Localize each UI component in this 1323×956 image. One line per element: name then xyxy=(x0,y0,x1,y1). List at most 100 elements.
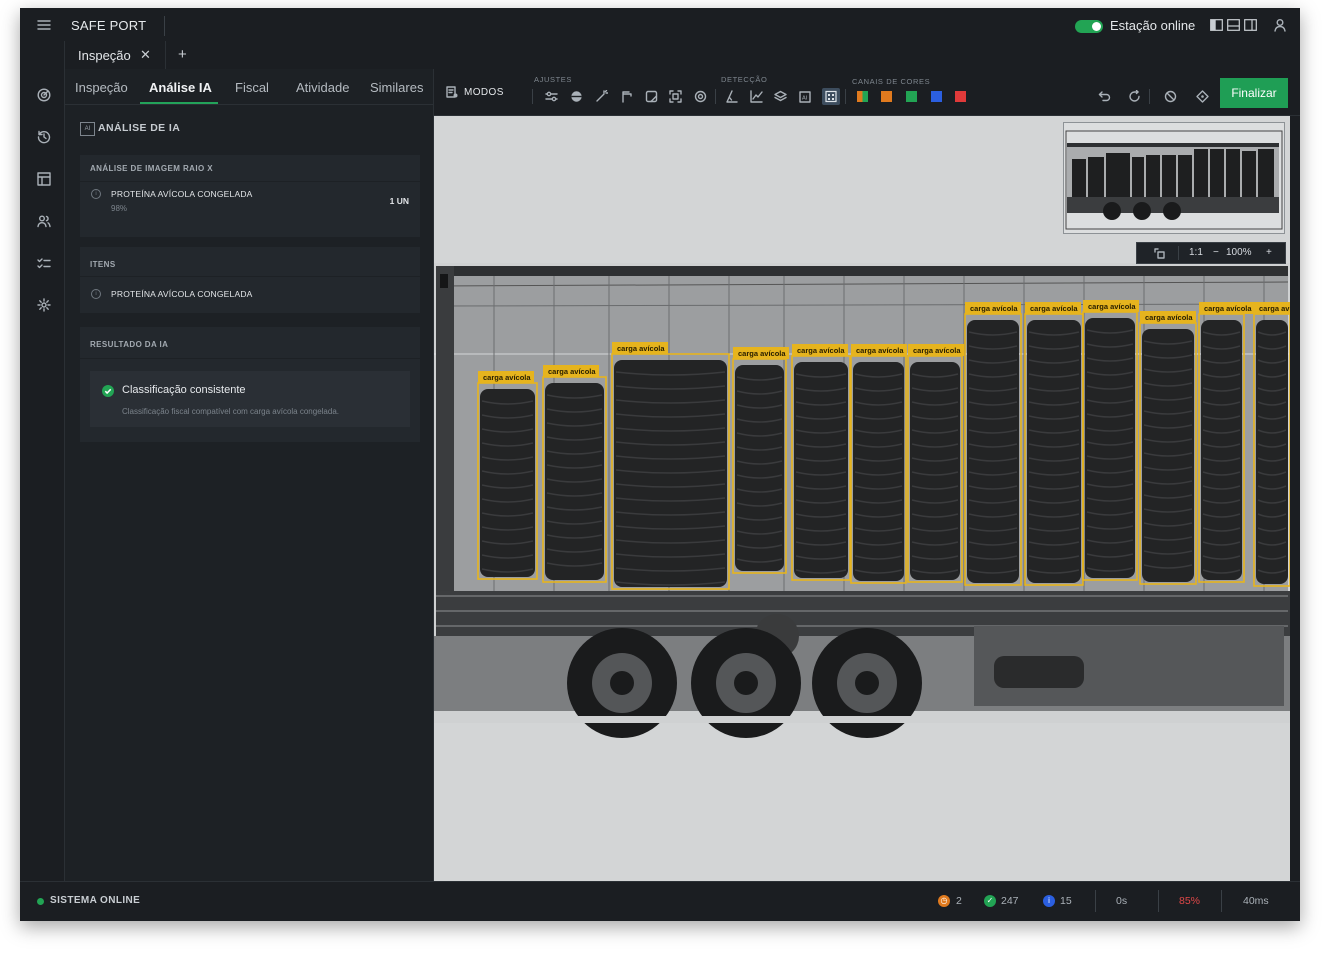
detection-label: carga avícola xyxy=(856,346,904,355)
block-icon[interactable] xyxy=(1164,90,1177,103)
chart-line-icon[interactable] xyxy=(750,90,763,103)
ai-detect-icon[interactable]: AI xyxy=(799,90,812,103)
image-toolbar: MODOS AJUSTES DETECÇÃO CANAIS DE CORES A… xyxy=(434,69,1300,116)
ai-overlay-icon[interactable] xyxy=(822,88,840,105)
cargo-stack xyxy=(735,365,784,571)
divider xyxy=(80,358,420,359)
layout-bottom-icon[interactable] xyxy=(1227,19,1240,31)
detection-label: carga avícola xyxy=(1259,304,1290,313)
detection-label: carga avícola xyxy=(617,344,665,353)
contrast-icon[interactable] xyxy=(570,90,583,103)
station-toggle[interactable] xyxy=(1075,20,1103,33)
item-name: PROTEÍNA AVÍCOLA CONGELADA xyxy=(111,189,253,199)
layout-left-icon[interactable] xyxy=(1210,19,1223,31)
result-title: Classificação consistente xyxy=(122,384,246,396)
analysis-panel: Inspeção Análise IA Fiscal Atividade Sim… xyxy=(65,69,434,881)
divider xyxy=(80,181,420,182)
divider xyxy=(1149,89,1150,104)
channel-blue-swatch[interactable] xyxy=(931,91,942,102)
clock-icon: ◷ xyxy=(938,895,950,907)
detection-label: carga avícola xyxy=(548,367,596,376)
users-icon[interactable] xyxy=(37,214,51,228)
confidence: 98% xyxy=(111,204,128,213)
rotate-icon[interactable] xyxy=(1128,90,1141,103)
result-description: Classificação fiscal compatível com carg… xyxy=(122,407,339,416)
zoom-actual-size[interactable]: 1:1 xyxy=(1189,247,1203,258)
cpu-usage: 85% xyxy=(1179,895,1201,907)
card-header: ITENS xyxy=(90,260,116,269)
frame-icon[interactable] xyxy=(645,90,658,103)
cargo-stack xyxy=(480,389,535,577)
zoom-in-button[interactable]: + xyxy=(1266,247,1272,258)
group-label-ajustes: AJUSTES xyxy=(534,75,572,84)
divider xyxy=(1095,890,1096,912)
tab-similares[interactable]: Similares xyxy=(370,80,423,95)
minimap[interactable] xyxy=(1063,122,1285,234)
add-tab-button[interactable]: + xyxy=(178,46,187,63)
approved-count: 247 xyxy=(1001,895,1019,907)
crop-icon[interactable] xyxy=(620,90,633,103)
cargo-stack xyxy=(910,362,960,580)
ai-badge-icon: AI xyxy=(80,122,95,136)
xray-viewer[interactable]: carga avícola carga avícola carga avícola c… xyxy=(434,116,1290,881)
top-bar: SAFE PORT Estação online xyxy=(20,8,1300,42)
detection-label: carga avícola xyxy=(970,304,1018,313)
section-title: ANÁLISE DE IA xyxy=(98,122,181,134)
channel-red-swatch[interactable] xyxy=(955,91,966,102)
radar-icon[interactable] xyxy=(37,88,51,102)
channel-orange-swatch[interactable] xyxy=(881,91,892,102)
gear-icon[interactable] xyxy=(37,298,51,312)
svg-text:AI: AI xyxy=(802,96,808,102)
modes-icon xyxy=(446,86,458,98)
group-label-canais: CANAIS DE CORES xyxy=(852,77,931,86)
zoom-controls: 1:1 − 100% + xyxy=(1136,242,1286,264)
checklist-icon[interactable] xyxy=(37,256,51,270)
sliders-icon[interactable] xyxy=(545,90,558,103)
divider xyxy=(532,89,533,104)
menu-icon[interactable] xyxy=(36,18,52,32)
status-bar: SISTEMA ONLINE ◷ 2 ✓ 247 i 15 0s 85% 40m… xyxy=(20,881,1300,921)
document-tab-bar: Inspeção ✕ + xyxy=(20,41,1300,70)
xray-analysis-card: ANÁLISE DE IMAGEM RAIO X i PROTEÍNA AVÍC… xyxy=(80,155,420,237)
result-box: Classificação consistente Classificação … xyxy=(90,371,410,427)
close-icon[interactable]: ✕ xyxy=(140,47,151,63)
detection-label: carga avícola xyxy=(1204,304,1252,313)
zoom-level: 100% xyxy=(1226,247,1252,258)
panel-tabs: Inspeção Análise IA Fiscal Atividade Sim… xyxy=(65,69,433,105)
modes-button[interactable]: MODOS xyxy=(464,87,504,98)
check-circle-icon: ✓ xyxy=(984,895,996,907)
zoom-out-button[interactable]: − xyxy=(1213,247,1219,258)
history-icon[interactable] xyxy=(37,130,51,144)
tab-inspecao[interactable]: Inspeção ✕ xyxy=(64,41,166,69)
info-icon: i xyxy=(91,189,101,199)
measure-icon[interactable] xyxy=(725,90,738,103)
nav-rail xyxy=(20,69,65,881)
tab-fiscal[interactable]: Fiscal xyxy=(235,80,269,95)
fit-screen-icon[interactable] xyxy=(669,90,682,103)
channel-green-swatch[interactable] xyxy=(906,91,917,102)
undo-icon[interactable] xyxy=(1098,90,1111,103)
item-name: PROTEÍNA AVÍCOLA CONGELADA xyxy=(111,289,253,299)
tab-atividade[interactable]: Atividade xyxy=(296,80,349,95)
card-header: ANÁLISE DE IMAGEM RAIO X xyxy=(90,164,213,173)
pending-count: 2 xyxy=(956,895,962,907)
quantity: 1 UN xyxy=(389,196,409,206)
active-tab-indicator xyxy=(140,102,218,104)
report-icon[interactable] xyxy=(37,172,51,186)
zoom-fit-icon[interactable] xyxy=(1153,247,1165,259)
detection-label: carga avícola xyxy=(738,349,786,358)
target-icon[interactable] xyxy=(694,90,707,103)
layout-right-icon[interactable] xyxy=(1244,19,1257,31)
items-card: ITENS i PROTEÍNA AVÍCOLA CONGELADA xyxy=(80,247,420,313)
cargo-stack xyxy=(1201,320,1242,580)
layers-icon[interactable] xyxy=(774,90,787,103)
info-circle-icon: i xyxy=(1043,895,1055,907)
detection-label: carga avícola xyxy=(1088,302,1136,311)
user-icon[interactable] xyxy=(1273,18,1287,32)
tab-inspecao-panel[interactable]: Inspeção xyxy=(75,80,128,95)
finalize-button[interactable]: Finalizar xyxy=(1220,78,1288,108)
channel-mixed-swatch[interactable] xyxy=(857,91,868,102)
magic-wand-icon[interactable] xyxy=(595,90,608,103)
diamond-icon[interactable] xyxy=(1196,90,1209,103)
tab-analise-ia[interactable]: Análise IA xyxy=(149,80,212,95)
